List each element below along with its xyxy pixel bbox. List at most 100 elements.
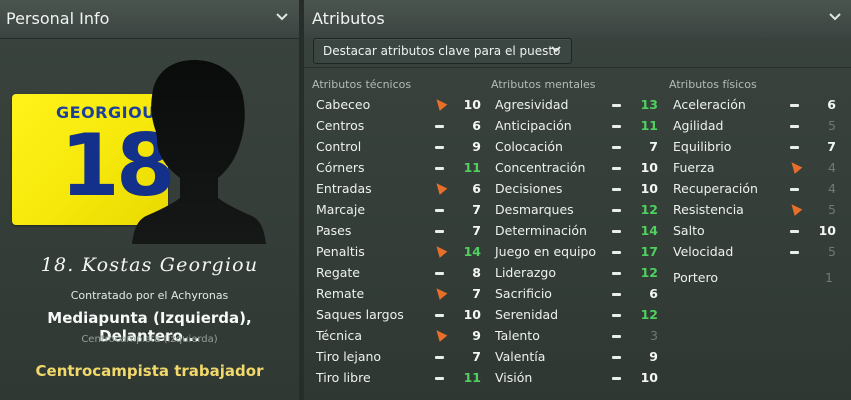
attribute-value: 12 bbox=[640, 265, 658, 280]
attribute-value: 4 bbox=[828, 181, 836, 196]
dash-icon bbox=[433, 307, 447, 321]
player-silhouette-icon bbox=[132, 60, 266, 244]
attribute-row[interactable]: Resistencia 5 bbox=[673, 200, 843, 221]
attribute-row[interactable]: Valentía 9 bbox=[495, 347, 665, 368]
attribute-row[interactable]: Colocación 7 bbox=[495, 137, 665, 158]
attribute-row[interactable]: Entradas 6 bbox=[316, 179, 486, 200]
attribute-row[interactable]: Anticipación 11 bbox=[495, 116, 665, 137]
attribute-value: 6 bbox=[827, 97, 836, 112]
attribute-label: Penaltis bbox=[316, 244, 365, 259]
header-separator bbox=[304, 67, 851, 68]
attribute-row[interactable]: Control 9 bbox=[316, 137, 486, 158]
highlight-attributes-dropdown[interactable]: Destacar atributos clave para el puesto bbox=[313, 38, 572, 64]
attribute-row[interactable]: Equilibrio 7 bbox=[673, 137, 843, 158]
attribute-row[interactable]: Centros 6 bbox=[316, 116, 486, 137]
attribute-label: Determinación bbox=[495, 223, 587, 238]
dash-icon bbox=[788, 139, 802, 153]
attribute-value: 13 bbox=[640, 97, 658, 112]
attribute-row[interactable]: Salto 10 bbox=[673, 221, 843, 242]
orange-arrow-icon bbox=[432, 96, 448, 111]
attribute-value: 6 bbox=[472, 118, 481, 133]
player-name: 18. Kostas Georgiou bbox=[40, 254, 259, 276]
dash-icon bbox=[610, 265, 624, 279]
attribute-row[interactable]: Fuerza 4 bbox=[673, 158, 843, 179]
attribute-row[interactable]: Córners 11 bbox=[316, 158, 486, 179]
attribute-row[interactable]: Tiro libre 11 bbox=[316, 368, 486, 389]
chevron-down-icon[interactable] bbox=[275, 10, 289, 24]
attribute-row[interactable]: Marcaje 7 bbox=[316, 200, 486, 221]
orange-arrow-icon bbox=[787, 159, 803, 174]
dash-icon bbox=[433, 265, 447, 279]
attribute-row[interactable]: Técnica 9 bbox=[316, 326, 486, 347]
attribute-label: Regate bbox=[316, 265, 361, 280]
attribute-row[interactable]: Decisiones 10 bbox=[495, 179, 665, 200]
contract-club: Contratado por el Achyronas bbox=[70, 289, 229, 302]
attribute-row[interactable]: Juego en equipo 17 bbox=[495, 242, 665, 263]
attribute-value: 9 bbox=[649, 349, 658, 364]
dash-icon bbox=[788, 97, 802, 111]
attribute-row[interactable]: Agresividad 13 bbox=[495, 95, 665, 116]
orange-arrow-icon bbox=[432, 180, 448, 195]
attribute-row[interactable]: Regate 8 bbox=[316, 263, 486, 284]
attribute-row[interactable]: Velocidad 5 bbox=[673, 242, 843, 263]
technical-attributes-list: Cabeceo 10 Centros 6 Control 9 Córners 11 Entrad… bbox=[316, 95, 486, 389]
attributes-header: Atributos bbox=[304, 0, 851, 38]
attribute-label: Liderazgo bbox=[495, 265, 557, 280]
attribute-label: Valentía bbox=[495, 349, 546, 364]
attribute-row[interactable]: Liderazgo 12 bbox=[495, 263, 665, 284]
attribute-row[interactable]: Aceleración 6 bbox=[673, 95, 843, 116]
chevron-down-icon[interactable] bbox=[828, 10, 842, 24]
attribute-row[interactable]: Concentración 10 bbox=[495, 158, 665, 179]
attribute-row[interactable]: Talento 3 bbox=[495, 326, 665, 347]
attribute-value: 10 bbox=[463, 307, 481, 322]
technical-header: Atributos técnicos bbox=[312, 78, 412, 91]
attribute-label: Serenidad bbox=[495, 307, 559, 322]
attribute-row[interactable]: Cabeceo 10 bbox=[316, 95, 486, 116]
attribute-row[interactable]: Visión 10 bbox=[495, 368, 665, 389]
attributes-title: Atributos bbox=[312, 9, 385, 28]
dash-icon bbox=[610, 139, 624, 153]
attribute-row[interactable]: Desmarques 12 bbox=[495, 200, 665, 221]
dash-icon bbox=[610, 118, 624, 132]
attribute-value: 12 bbox=[640, 202, 658, 217]
attribute-value: 11 bbox=[640, 118, 658, 133]
attribute-row[interactable]: Tiro lejano 7 bbox=[316, 347, 486, 368]
attribute-row[interactable]: Remate 7 bbox=[316, 284, 486, 305]
attribute-row[interactable]: Recuperación 4 bbox=[673, 179, 843, 200]
attribute-value: 7 bbox=[827, 139, 836, 154]
attribute-value: 4 bbox=[828, 160, 836, 175]
attribute-label: Saques largos bbox=[316, 307, 404, 322]
attribute-label: Fuerza bbox=[673, 160, 715, 175]
mental-attributes-list: Agresividad 13 Anticipación 11 Colocación 7 Co… bbox=[495, 95, 665, 389]
attribute-row[interactable]: Pases 7 bbox=[316, 221, 486, 242]
attribute-value: 3 bbox=[650, 328, 658, 343]
attribute-value: 9 bbox=[472, 139, 481, 154]
dash-icon bbox=[788, 244, 802, 258]
attribute-label: Desmarques bbox=[495, 202, 574, 217]
attribute-value: 5 bbox=[828, 118, 836, 133]
attribute-value: 12 bbox=[640, 307, 658, 322]
attribute-row[interactable]: Determinación 14 bbox=[495, 221, 665, 242]
physical-attributes-list: Aceleración 6 Agilidad 5 Equilibrio 7 Fuerza 4 R… bbox=[673, 95, 843, 263]
attribute-row[interactable]: Serenidad 12 bbox=[495, 305, 665, 326]
dash-icon bbox=[433, 160, 447, 174]
attribute-label: Agilidad bbox=[673, 118, 724, 133]
attribute-label: Tiro libre bbox=[316, 370, 371, 385]
dash-icon bbox=[433, 349, 447, 363]
personal-info-title: Personal Info bbox=[6, 9, 110, 28]
personal-info-panel: Personal Info GEORGIOU 18 18. Kostas Geo… bbox=[0, 0, 299, 400]
player-trait[interactable]: Centrocampista trabajador bbox=[0, 362, 299, 380]
attribute-label: Control bbox=[316, 139, 362, 154]
attribute-label: Remate bbox=[316, 286, 365, 301]
attribute-value: 7 bbox=[472, 223, 481, 238]
attribute-value: 10 bbox=[818, 223, 836, 238]
attribute-value: 7 bbox=[472, 349, 481, 364]
attribute-row[interactable]: Agilidad 5 bbox=[673, 116, 843, 137]
attribute-value: 11 bbox=[463, 160, 481, 175]
attribute-row[interactable]: Penaltis 14 bbox=[316, 242, 486, 263]
attribute-row[interactable]: Sacrificio 6 bbox=[495, 284, 665, 305]
dash-icon bbox=[610, 244, 624, 258]
attribute-value: 6 bbox=[649, 286, 658, 301]
attribute-row[interactable]: Saques largos 10 bbox=[316, 305, 486, 326]
dash-icon bbox=[788, 118, 802, 132]
